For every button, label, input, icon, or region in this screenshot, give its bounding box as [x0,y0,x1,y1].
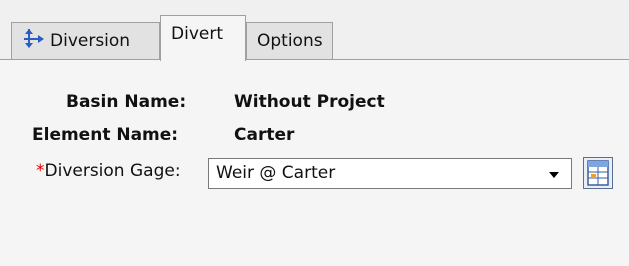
required-marker: * [36,161,45,181]
tab-diversion-label: Diversion [50,31,131,51]
diversion-gage-select[interactable]: Weir @ Carter [208,158,572,189]
tab-divert-label: Divert [171,24,223,44]
basin-name-value: Without Project [234,92,385,112]
tab-options-label: Options [257,31,323,51]
element-name-label: Element Name: [32,125,179,145]
diversion-arrows-icon [22,27,46,51]
diversion-gage-label: *Diversion Gage: [36,161,181,181]
tab-options[interactable]: Options [246,22,333,60]
tab-diversion[interactable]: Diversion [11,22,160,60]
element-name-value: Carter [234,125,295,145]
basin-name-label: Basin Name: [66,92,187,112]
chevron-down-icon[interactable] [549,172,559,178]
time-series-table-icon [584,160,612,192]
diversion-gage-selected-value: Weir @ Carter [216,163,336,183]
diversion-gage-label-text: Diversion Gage: [44,161,181,181]
divert-panel: Basin Name: Without Project Element Name… [0,60,629,266]
tab-divert[interactable]: Divert [160,15,246,61]
time-series-table-button[interactable] [583,157,613,189]
tab-strip: Diversion Divert Options [0,0,629,61]
